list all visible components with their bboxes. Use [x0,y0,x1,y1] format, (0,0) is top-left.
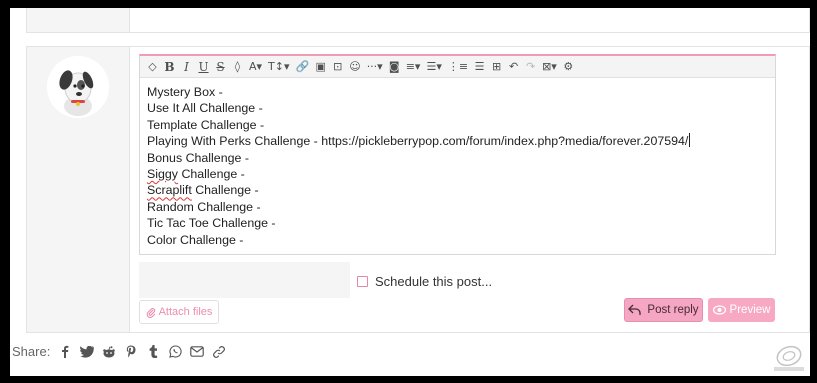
rich-text-editor[interactable]: ◇ B I U S ◊ A▾ T↕▾ 🔗 ▣ ⊡ ☺ ···▾ ◙ ≡▾ ☰▾ ⋮≡ ☰ ⊞ ↶ ↷ ⊠▾ ⚙ Myster… [139,54,776,255]
align-dropdown[interactable]: ≡▾ [403,57,424,77]
line-text: Template Challenge - [147,117,265,132]
strikethrough-button[interactable]: S [212,57,229,77]
paperclip-icon [146,307,155,318]
link-icon[interactable]: 🔗 [293,57,313,77]
schedule-option[interactable]: Schedule this post... [357,274,492,289]
media-icon[interactable]: ⊡ [329,57,346,77]
schedule-checkbox[interactable] [357,276,368,287]
post-reply-button[interactable]: Post reply [624,298,703,322]
twitter-icon[interactable] [80,345,95,359]
link-icon[interactable] [212,345,226,359]
preview-label: Preview [729,304,771,316]
email-icon[interactable] [190,345,205,359]
reply-user-column [27,47,130,332]
editor-line: Template Challenge - [147,117,768,133]
schedule-label: Schedule this post... [375,274,493,289]
avatar[interactable] [47,56,109,118]
dog-avatar-icon [47,56,109,118]
editor-line: Playing With Perks Challenge - https://p… [147,133,768,149]
editor-toolbar: ◇ B I U S ◊ A▾ T↕▾ 🔗 ▣ ⊡ ☺ ···▾ ◙ ≡▾ ☰▾ ⋮≡ ☰ ⊞ ↶ ↷ ⊠▾ ⚙ [140,56,775,78]
line-text: Bonus Challenge - [147,150,249,165]
editor-line: Bonus Challenge - [147,150,768,166]
editor-line: Color Challenge - [147,232,768,248]
share-bar: Share: [12,344,226,359]
facebook-icon[interactable] [58,345,72,359]
list-dropdown[interactable]: ☰▾ [423,57,444,77]
table-icon[interactable]: ⊞ [488,57,505,77]
preview-button[interactable]: Preview [708,298,775,322]
quick-reply-block: ◇ B I U S ◊ A▾ T↕▾ 🔗 ▣ ⊡ ☺ ···▾ ◙ ≡▾ ☰▾ ⋮≡ ☰ ⊞ ↶ ↷ ⊠▾ ⚙ Myster… [26,46,810,333]
watermark-logo-icon [774,345,804,371]
editor-content[interactable]: Mystery Box - Use It All Challenge - Templ… [140,78,775,254]
line-text: Tic Tac Toe Challenge - [147,216,276,231]
prefix-area [139,262,350,298]
editor-line: Mystery Box - [147,84,768,100]
line-text: Challenge - [178,167,245,182]
italic-button[interactable]: I [178,57,195,77]
share-label: Share: [12,344,51,359]
attach-files-button[interactable]: Attach files [139,300,219,324]
reply-arrow-icon [628,304,642,315]
text-color-icon[interactable]: ◊ [229,57,246,77]
whatsapp-icon[interactable] [168,345,182,359]
eraser-icon[interactable]: ◇ [144,57,161,77]
editor-line: Siggy Challenge - [147,166,768,182]
redo-icon[interactable]: ↷ [522,57,539,77]
template-dropdown[interactable]: ⊠▾ [539,57,560,77]
ordered-list-icon[interactable]: ⋮≡ [445,57,471,77]
bold-button[interactable]: B [161,57,178,77]
camera-icon[interactable]: ◙ [386,57,403,77]
image-icon[interactable]: ▣ [312,57,329,77]
emoji-icon[interactable]: ☺ [346,57,363,77]
line-text: Challenge - [191,183,259,198]
font-size-dropdown[interactable]: T↕▾ [265,57,292,77]
editor-line: Use It All Challenge - [147,100,768,116]
previous-post-user-column [27,8,130,32]
line-text: Color Challenge - [147,232,244,247]
bullet-list-icon[interactable]: ☰ [471,57,488,77]
line-text: Playing With Perks Challenge - https://p… [147,134,689,149]
underline-button[interactable]: U [195,57,212,77]
editor-line: Tic Tac Toe Challenge - [147,215,768,231]
misspelled-word: Siggy [147,167,178,182]
tumblr-icon[interactable] [146,345,160,359]
attach-files-label: Attach files [158,306,213,318]
post-reply-label: Post reply [647,304,699,316]
forum-page: ◇ B I U S ◊ A▾ T↕▾ 🔗 ▣ ⊡ ☺ ···▾ ◙ ≡▾ ☰▾ ⋮≡ ☰ ⊞ ↶ ↷ ⊠▾ ⚙ Myster… [10,8,810,376]
undo-icon[interactable]: ↶ [505,57,522,77]
font-family-dropdown[interactable]: A▾ [246,57,265,77]
editor-line: Scraplift Challenge - [147,182,768,198]
eye-icon [712,305,726,315]
line-text: Mystery Box - [147,85,223,99]
editor-line: Random Challenge - [147,199,768,215]
line-text: Use It All Challenge - [147,101,263,116]
reddit-icon[interactable] [102,345,116,359]
pinterest-icon[interactable] [124,345,138,359]
more-options-dropdown[interactable]: ···▾ [364,57,386,77]
settings-icon[interactable]: ⚙ [560,57,577,77]
previous-post [26,8,810,33]
text-caret [689,133,691,148]
line-text: Random Challenge - [147,199,261,214]
misspelled-word: Scraplift [147,183,192,198]
